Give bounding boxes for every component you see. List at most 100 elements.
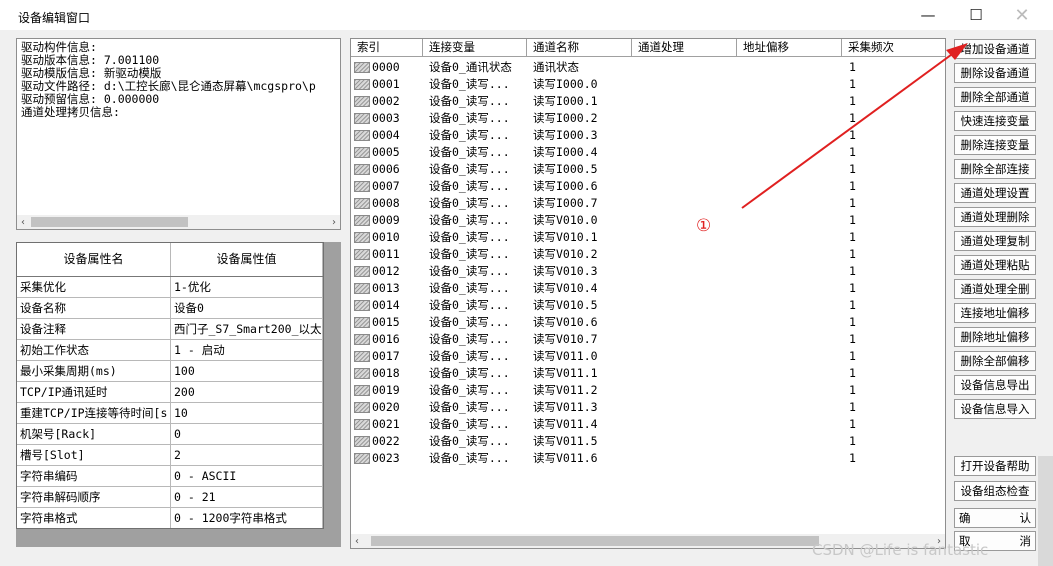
- channel-row[interactable]: 0010 设备0_读写... 读写V010.1 1: [351, 229, 945, 246]
- channel-row[interactable]: 0006 设备0_读写... 读写I000.5 1: [351, 161, 945, 178]
- channel-row[interactable]: 0016 设备0_读写... 读写V010.7 1: [351, 331, 945, 348]
- channel-row[interactable]: 0015 设备0_读写... 读写V010.6 1: [351, 314, 945, 331]
- delete-all-offsets-button[interactable]: 删除全部偏移: [954, 351, 1036, 371]
- channel-row-icon: [354, 181, 370, 192]
- channel-row[interactable]: 0005 设备0_读写... 读写I000.4 1: [351, 144, 945, 161]
- delete-channel-button[interactable]: 删除设备通道: [954, 63, 1036, 83]
- confirm-char-2: 认: [1019, 511, 1032, 525]
- col-header-channel-name[interactable]: 通道名称: [527, 39, 632, 56]
- info-hscrollbar[interactable]: ‹ ›: [17, 215, 340, 229]
- delete-link-variable-button[interactable]: 删除连接变量: [954, 135, 1036, 155]
- device-config-check-button[interactable]: 设备组态检查: [954, 481, 1036, 501]
- property-row[interactable]: 初始工作状态 1 - 启动: [17, 340, 323, 361]
- channel-row[interactable]: 0018 设备0_读写... 读写V011.1 1: [351, 365, 945, 382]
- scroll-right-icon[interactable]: ›: [328, 215, 340, 229]
- property-row[interactable]: 字符串格式 0 - 1200字符串格式: [17, 508, 323, 528]
- channel-row[interactable]: 0013 设备0_读写... 读写V010.4 1: [351, 280, 945, 297]
- minimize-button[interactable]: —: [905, 0, 951, 30]
- close-button[interactable]: ✕: [999, 0, 1045, 30]
- scroll-left-icon[interactable]: ‹: [351, 534, 363, 548]
- property-value[interactable]: 1 - 启动: [171, 340, 323, 360]
- driver-info-panel[interactable]: 驱动构件信息: 驱动版本信息: 7.001100 驱动模版信息: 新驱动模版 驱动文件…: [16, 38, 341, 230]
- channel-frequency: 1: [849, 196, 856, 210]
- channel-variable: 设备0_读写...: [429, 162, 510, 176]
- grid-hscroll-thumb[interactable]: [371, 536, 819, 546]
- property-row[interactable]: 设备注释 西门子_S7_Smart200_以太网: [17, 319, 323, 340]
- property-value[interactable]: 0 - 21: [171, 487, 323, 507]
- maximize-button[interactable]: ☐: [953, 0, 999, 30]
- channel-index: 0009: [372, 213, 400, 227]
- channel-processing-delete-button[interactable]: 通道处理删除: [954, 207, 1036, 227]
- channel-row[interactable]: 0012 设备0_读写... 读写V010.3 1: [351, 263, 945, 280]
- channel-row[interactable]: 0004 设备0_读写... 读写I000.3 1: [351, 127, 945, 144]
- property-value[interactable]: 2: [171, 445, 323, 465]
- channel-row[interactable]: 0022 设备0_读写... 读写V011.5 1: [351, 433, 945, 450]
- channel-name: 读写I000.7: [533, 196, 598, 210]
- property-value[interactable]: 西门子_S7_Smart200_以太网: [171, 319, 323, 339]
- add-channel-button[interactable]: 增加设备通道: [954, 39, 1036, 59]
- channel-row[interactable]: 0008 设备0_读写... 读写I000.7 1: [351, 195, 945, 212]
- channel-processing-settings-button[interactable]: 通道处理设置: [954, 183, 1036, 203]
- property-value[interactable]: 0 - 1200字符串格式: [171, 508, 323, 528]
- channel-row[interactable]: 0002 设备0_读写... 读写I000.1 1: [351, 93, 945, 110]
- property-row[interactable]: 机架号[Rack] 0: [17, 424, 323, 445]
- title-bar: 设备编辑窗口 — ☐ ✕: [0, 0, 1053, 30]
- property-row[interactable]: 重建TCP/IP连接等待时间[s 10: [17, 403, 323, 424]
- channel-variable: 设备0_读写...: [429, 315, 510, 329]
- col-header-variable[interactable]: 连接变量: [423, 39, 527, 56]
- export-device-info-button[interactable]: 设备信息导出: [954, 375, 1036, 395]
- channel-processing-copy-button[interactable]: 通道处理复制: [954, 231, 1036, 251]
- channel-frequency: 1: [849, 315, 856, 329]
- cancel-char-2: 消: [1019, 534, 1032, 548]
- delete-address-offset-button[interactable]: 删除地址偏移: [954, 327, 1036, 347]
- channel-row[interactable]: 0001 设备0_读写... 读写I000.0 1: [351, 76, 945, 93]
- import-device-info-button[interactable]: 设备信息导入: [954, 399, 1036, 419]
- info-hscroll-thumb[interactable]: [31, 217, 188, 227]
- channel-name: 读写I000.4: [533, 145, 598, 159]
- confirm-button[interactable]: 确认: [954, 508, 1036, 528]
- open-device-help-button[interactable]: 打开设备帮助: [954, 456, 1036, 476]
- link-address-offset-button[interactable]: 连接地址偏移: [954, 303, 1036, 323]
- property-row[interactable]: 字符串解码顺序 0 - 21: [17, 487, 323, 508]
- delete-all-channels-button[interactable]: 删除全部通道: [954, 87, 1036, 107]
- col-header-address-offset[interactable]: 地址偏移: [737, 39, 842, 56]
- channel-row[interactable]: 0007 设备0_读写... 读写I000.6 1: [351, 178, 945, 195]
- channel-processing-paste-button[interactable]: 通道处理粘贴: [954, 255, 1036, 275]
- property-row[interactable]: TCP/IP通讯延时 200: [17, 382, 323, 403]
- col-header-index[interactable]: 索引: [351, 39, 423, 56]
- property-value[interactable]: 0: [171, 424, 323, 444]
- col-header-processing[interactable]: 通道处理: [632, 39, 737, 56]
- channel-row-icon: [354, 266, 370, 277]
- channel-row[interactable]: 0014 设备0_读写... 读写V010.5 1: [351, 297, 945, 314]
- channel-grid[interactable]: 索引 连接变量 通道名称 通道处理 地址偏移 采集频次 0000 设备0_通讯状态…: [350, 38, 946, 549]
- channel-row[interactable]: 0011 设备0_读写... 读写V010.2 1: [351, 246, 945, 263]
- channel-row[interactable]: 0019 设备0_读写... 读写V011.2 1: [351, 382, 945, 399]
- channel-processing-delete-all-button[interactable]: 通道处理全删: [954, 279, 1036, 299]
- property-row[interactable]: 最小采集周期(ms) 100: [17, 361, 323, 382]
- channel-row-icon: [354, 453, 370, 464]
- quick-link-variable-button[interactable]: 快速连接变量: [954, 111, 1036, 131]
- channel-row[interactable]: 0023 设备0_读写... 读写V011.6 1: [351, 450, 945, 467]
- channel-row[interactable]: 0009 设备0_读写... 读写V010.0 1: [351, 212, 945, 229]
- property-value-header: 设备属性值: [171, 243, 323, 276]
- property-value[interactable]: 设备0: [171, 298, 323, 318]
- channel-row[interactable]: 0020 设备0_读写... 读写V011.3 1: [351, 399, 945, 416]
- channel-index: 0022: [372, 434, 400, 448]
- property-value[interactable]: 10: [171, 403, 323, 423]
- channel-row-icon: [354, 317, 370, 328]
- scroll-left-icon[interactable]: ‹: [17, 215, 29, 229]
- property-row[interactable]: 设备名称 设备0: [17, 298, 323, 319]
- property-row[interactable]: 槽号[Slot] 2: [17, 445, 323, 466]
- property-value[interactable]: 100: [171, 361, 323, 381]
- channel-row[interactable]: 0017 设备0_读写... 读写V011.0 1: [351, 348, 945, 365]
- property-value[interactable]: 1-优化: [171, 277, 323, 297]
- delete-all-links-button[interactable]: 删除全部连接: [954, 159, 1036, 179]
- channel-row[interactable]: 0000 设备0_通讯状态 通讯状态 1: [351, 59, 945, 76]
- property-value[interactable]: 0 - ASCII: [171, 466, 323, 486]
- property-row[interactable]: 字符串编码 0 - ASCII: [17, 466, 323, 487]
- property-row[interactable]: 采集优化 1-优化: [17, 277, 323, 298]
- channel-row[interactable]: 0021 设备0_读写... 读写V011.4 1: [351, 416, 945, 433]
- property-value[interactable]: 200: [171, 382, 323, 402]
- col-header-frequency[interactable]: 采集频次: [842, 39, 945, 56]
- channel-row[interactable]: 0003 设备0_读写... 读写I000.2 1: [351, 110, 945, 127]
